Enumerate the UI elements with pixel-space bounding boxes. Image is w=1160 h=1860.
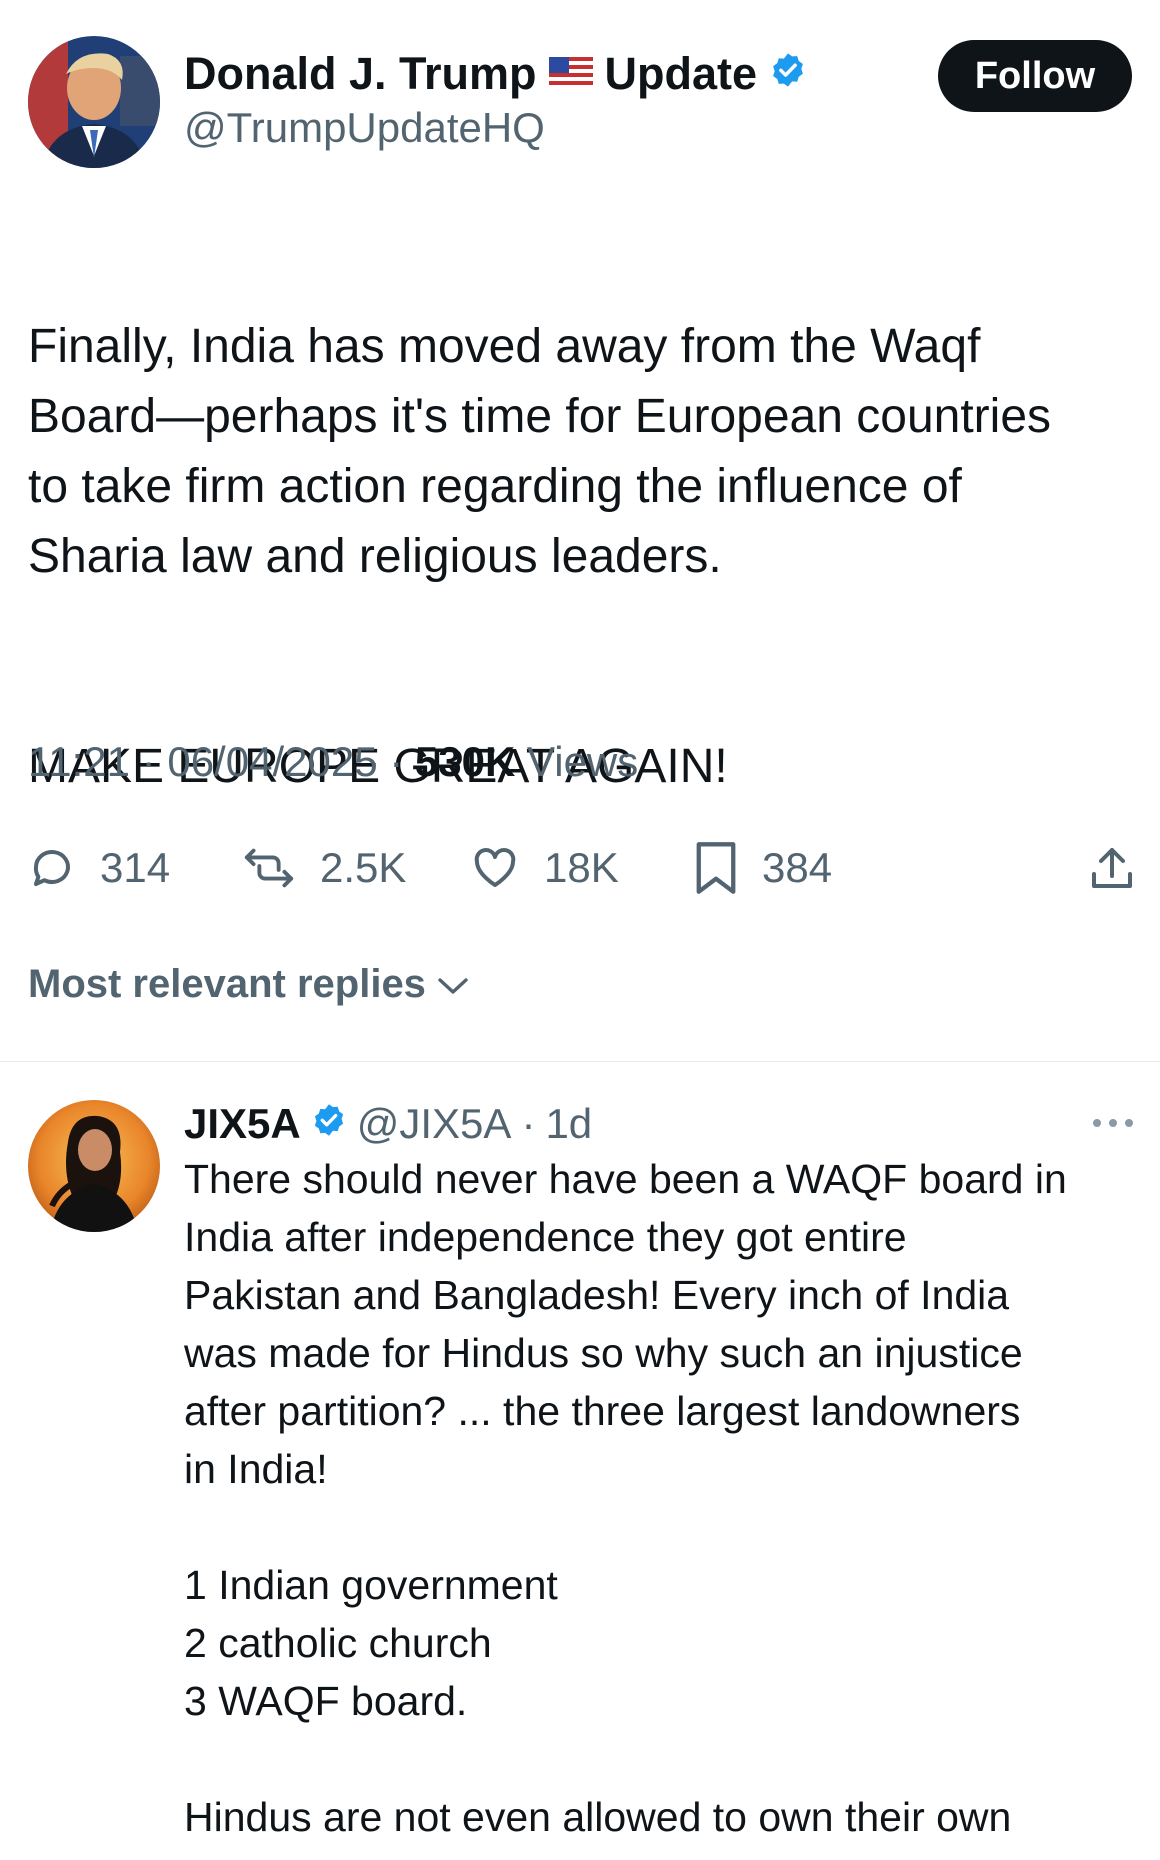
like-button[interactable]: 18K <box>470 830 619 906</box>
reply-header: JIX5A @JIX5A · 1d <box>184 1096 592 1152</box>
reply-icon <box>28 844 76 892</box>
heart-icon <box>470 844 520 892</box>
post-text-main: Finally, India has moved away from the W… <box>28 320 1052 583</box>
action-bar: 314 2.5K 18K 384 <box>28 830 1140 906</box>
author-name-row: Donald J. Trump Update <box>184 46 807 102</box>
reply-author-handle[interactable]: @JIX5A <box>357 1100 512 1148</box>
reply-button[interactable]: 314 <box>28 830 170 906</box>
reply-separator: · <box>521 1100 536 1147</box>
post-date[interactable]: 06/04/2025 <box>167 738 377 785</box>
reply-text: There should never have been a WAQF boar… <box>184 1156 1067 1840</box>
reply-item[interactable]: JIX5A @JIX5A · 1d There should never hav… <box>0 1062 1160 1860</box>
views-label: Views <box>526 738 639 785</box>
meta-separator: · <box>141 738 156 785</box>
bookmark-button[interactable]: 384 <box>694 830 832 906</box>
reply-count: 314 <box>100 844 171 891</box>
views-count: 530K <box>414 738 516 785</box>
us-flag-icon <box>548 48 593 100</box>
author-avatar-image <box>28 36 160 168</box>
reply-author-name[interactable]: JIX5A <box>184 1100 301 1148</box>
verified-badge-icon <box>311 1100 347 1148</box>
author-name-suffix[interactable]: Update <box>605 48 758 100</box>
repost-count: 2.5K <box>320 844 407 891</box>
share-button[interactable] <box>1088 830 1136 906</box>
post-meta: 11:21 · 06/04/2025 · 530K Views <box>28 738 638 786</box>
meta-separator: · <box>389 738 404 785</box>
reply-avatar-image <box>28 1100 160 1232</box>
like-count: 18K <box>544 844 619 891</box>
replies-sort-dropdown[interactable]: Most relevant replies <box>28 962 470 1007</box>
share-icon <box>1088 843 1136 893</box>
bookmark-icon <box>694 840 738 896</box>
author-handle[interactable]: @TrumpUpdateHQ <box>184 104 545 152</box>
post-time[interactable]: 11:21 <box>28 738 130 785</box>
reply-time[interactable]: 1d <box>545 1100 592 1148</box>
reply-avatar[interactable] <box>28 1100 160 1232</box>
author-avatar[interactable] <box>28 36 160 168</box>
repost-icon <box>242 844 296 892</box>
verified-badge-icon <box>769 48 807 100</box>
more-icon[interactable] <box>1090 1108 1136 1138</box>
chevron-down-icon <box>436 962 470 1007</box>
repost-button[interactable]: 2.5K <box>242 830 406 906</box>
post-header: Donald J. Trump Update @TrumpUpdateHQ Fo… <box>28 36 1132 172</box>
replies-sort-label: Most relevant replies <box>28 962 426 1006</box>
bookmark-count: 384 <box>762 844 833 891</box>
follow-button[interactable]: Follow <box>938 40 1132 112</box>
author-name[interactable]: Donald J. Trump <box>184 48 537 100</box>
